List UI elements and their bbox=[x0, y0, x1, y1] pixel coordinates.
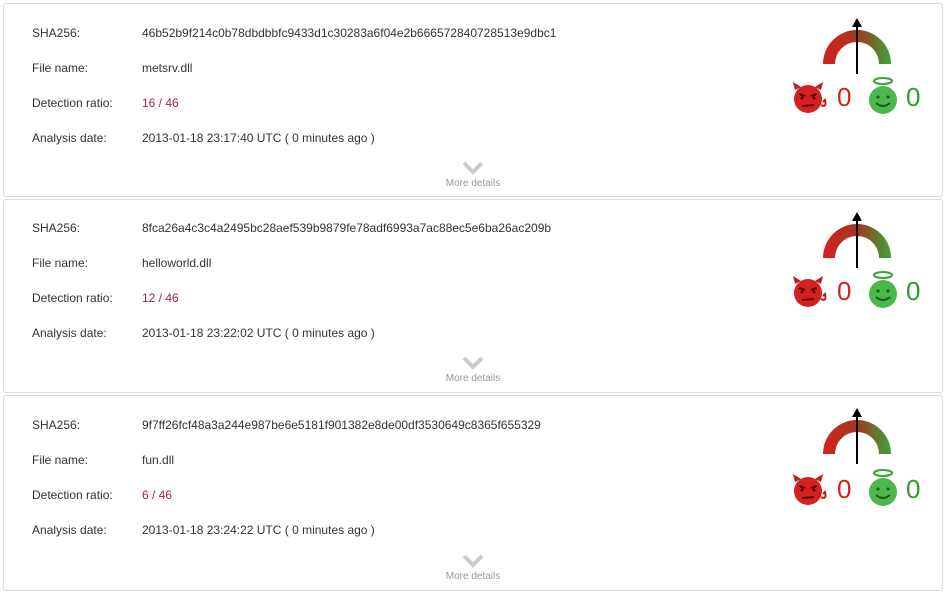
malicious-votes-count: 0 bbox=[837, 474, 852, 504]
report-card: SHA256: 9f7ff26fcf48a3a244e987be6e5181f9… bbox=[3, 395, 943, 591]
sha256-label: SHA256: bbox=[32, 221, 81, 235]
file-name-value: metsrv.dll bbox=[142, 61, 193, 75]
detection-ratio-row: Detection ratio: 6 / 46 bbox=[32, 488, 172, 502]
file-name-value: fun.dll bbox=[142, 453, 175, 467]
analysis-date-value: 2013-01-18 23:17:40 UTC ( 0 minutes ago … bbox=[142, 131, 375, 145]
angel-face-icon[interactable] bbox=[866, 468, 900, 508]
analysis-date-value: 2013-01-18 23:24:22 UTC ( 0 minutes ago … bbox=[142, 523, 375, 537]
analysis-date-value: 2013-01-18 23:22:02 UTC ( 0 minutes ago … bbox=[142, 326, 375, 340]
sha256-value: 8fca26a4c3c4a2495bc28aef539b9879fe78adf6… bbox=[142, 221, 552, 235]
file-name-row: File name: metsrv.dll bbox=[32, 61, 192, 75]
file-name-label: File name: bbox=[32, 453, 89, 467]
detection-ratio-value: 16 / 46 bbox=[142, 96, 179, 110]
analysis-date-row: Analysis date: 2013-01-18 23:17:40 UTC (… bbox=[32, 131, 375, 145]
chevron-down-icon[interactable] bbox=[462, 161, 484, 175]
report-card: SHA256: 8fca26a4c3c4a2495bc28aef539b9879… bbox=[3, 199, 943, 393]
malicious-votes-count: 0 bbox=[837, 82, 852, 112]
more-details-link[interactable]: More details bbox=[4, 178, 942, 189]
file-name-label: File name: bbox=[32, 256, 89, 270]
report-card: SHA256: 46b52b9f214c0b78dbdbbfc9433d1c30… bbox=[3, 3, 943, 197]
chevron-down-icon[interactable] bbox=[462, 554, 484, 568]
detection-ratio-label: Detection ratio: bbox=[32, 488, 113, 502]
analysis-date-label: Analysis date: bbox=[32, 131, 107, 145]
devil-face-icon[interactable] bbox=[790, 472, 828, 508]
community-score-gauge-icon bbox=[823, 408, 891, 464]
analysis-date-label: Analysis date: bbox=[32, 326, 107, 340]
sha256-row: SHA256: 8fca26a4c3c4a2495bc28aef539b9879… bbox=[32, 221, 551, 235]
analysis-date-row: Analysis date: 2013-01-18 23:24:22 UTC (… bbox=[32, 523, 375, 537]
analysis-date-label: Analysis date: bbox=[32, 523, 107, 537]
community-score-gauge-icon bbox=[823, 18, 891, 74]
more-details-link[interactable]: More details bbox=[4, 571, 942, 582]
devil-face-icon[interactable] bbox=[790, 80, 828, 116]
file-name-value: helloworld.dll bbox=[142, 256, 212, 270]
angel-face-icon[interactable] bbox=[866, 270, 900, 310]
analysis-date-row: Analysis date: 2013-01-18 23:22:02 UTC (… bbox=[32, 326, 375, 340]
detection-ratio-row: Detection ratio: 12 / 46 bbox=[32, 291, 179, 305]
devil-face-icon[interactable] bbox=[790, 274, 828, 310]
more-details-link[interactable]: More details bbox=[4, 373, 942, 384]
sha256-label: SHA256: bbox=[32, 26, 81, 40]
chevron-down-icon[interactable] bbox=[462, 356, 484, 370]
harmless-votes-count: 0 bbox=[906, 474, 921, 504]
detection-ratio-label: Detection ratio: bbox=[32, 291, 113, 305]
detection-ratio-row: Detection ratio: 16 / 46 bbox=[32, 96, 179, 110]
detection-ratio-label: Detection ratio: bbox=[32, 96, 113, 110]
sha256-value: 46b52b9f214c0b78dbdbbfc9433d1c30283a6f04… bbox=[142, 26, 557, 40]
file-name-label: File name: bbox=[32, 61, 89, 75]
community-score-gauge-icon bbox=[823, 212, 891, 268]
sha256-row: SHA256: 46b52b9f214c0b78dbdbbfc9433d1c30… bbox=[32, 26, 556, 40]
detection-ratio-value: 12 / 46 bbox=[142, 291, 179, 305]
sha256-label: SHA256: bbox=[32, 418, 81, 432]
sha256-value: 9f7ff26fcf48a3a244e987be6e5181f901382e8d… bbox=[142, 418, 541, 432]
malicious-votes-count: 0 bbox=[837, 276, 852, 306]
harmless-votes-count: 0 bbox=[906, 82, 921, 112]
sha256-row: SHA256: 9f7ff26fcf48a3a244e987be6e5181f9… bbox=[32, 418, 541, 432]
file-name-row: File name: helloworld.dll bbox=[32, 256, 211, 270]
harmless-votes-count: 0 bbox=[906, 276, 921, 306]
file-name-row: File name: fun.dll bbox=[32, 453, 174, 467]
detection-ratio-value: 6 / 46 bbox=[142, 488, 173, 502]
angel-face-icon[interactable] bbox=[866, 76, 900, 116]
